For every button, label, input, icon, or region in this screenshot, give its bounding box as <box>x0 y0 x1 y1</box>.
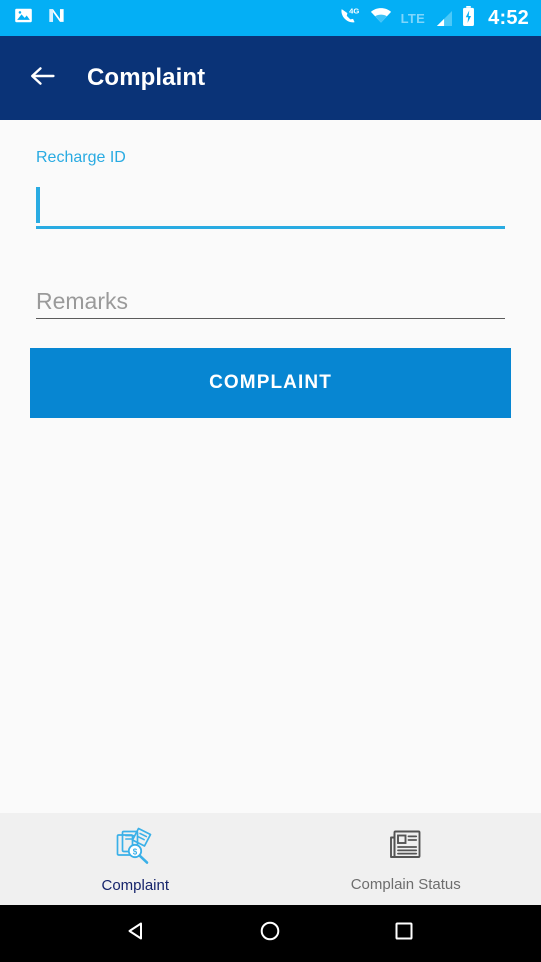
bottom-navigation: $ Complaint Complain Status <box>0 813 541 905</box>
nav-tab-complain-status[interactable]: Complain Status <box>271 813 541 905</box>
nav-tab-complaint-label: Complaint <box>101 876 170 894</box>
image-icon <box>14 6 33 30</box>
system-recents-button[interactable] <box>381 911 427 957</box>
nav-tab-complaint[interactable]: $ Complaint <box>0 813 271 905</box>
text-cursor <box>36 187 40 223</box>
phone-screen: 4G LTE 4:52 Complaint Recharge ID Remark… <box>0 0 541 962</box>
status-bar-notifications <box>14 6 66 30</box>
app-bar: Complaint <box>0 36 541 120</box>
call-4g-icon: 4G <box>339 6 361 30</box>
arrow-left-icon <box>30 65 56 92</box>
svg-text:4G: 4G <box>349 6 359 15</box>
status-bar-clock: 4:52 <box>488 7 529 29</box>
back-triangle-icon <box>125 919 149 948</box>
nav-tab-complain-status-label: Complain Status <box>350 875 461 893</box>
wifi-icon <box>370 7 392 29</box>
form-content: Recharge ID Remarks COMPLAINT <box>0 120 541 813</box>
system-navigation-bar <box>0 905 541 962</box>
recharge-id-field-group: Recharge ID <box>36 150 505 229</box>
recharge-id-label: Recharge ID <box>36 149 126 166</box>
remarks-input[interactable]: Remarks <box>36 275 505 319</box>
recents-square-icon <box>392 919 416 948</box>
newspaper-icon <box>387 827 425 870</box>
remarks-placeholder: Remarks <box>36 287 129 314</box>
lte-label: LTE <box>400 10 426 26</box>
page-title: Complaint <box>87 64 206 91</box>
svg-text:$: $ <box>133 847 138 856</box>
submit-complaint-button[interactable]: COMPLAINT <box>30 348 511 418</box>
status-bar: 4G LTE 4:52 <box>0 0 541 36</box>
back-button[interactable] <box>26 61 60 95</box>
documents-search-money-icon: $ <box>114 826 156 871</box>
home-circle-icon <box>258 919 282 948</box>
battery-charging-icon <box>462 5 475 31</box>
status-bar-indicators: 4G LTE 4:52 <box>339 5 529 31</box>
signal-icon <box>434 10 453 27</box>
recharge-id-input[interactable] <box>36 184 505 229</box>
system-back-button[interactable] <box>114 911 160 957</box>
system-home-button[interactable] <box>247 911 293 957</box>
android-n-icon <box>47 6 66 30</box>
